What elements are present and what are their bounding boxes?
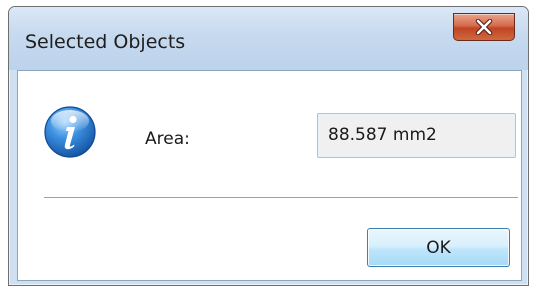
- title-bar[interactable]: Selected Objects: [9, 7, 528, 70]
- ok-button[interactable]: OK: [367, 228, 510, 267]
- divider: [44, 197, 518, 199]
- dialog-content: Area: 88.587 mm2 OK: [17, 70, 522, 281]
- area-value-field[interactable]: 88.587 mm2: [317, 113, 516, 158]
- window-title: Selected Objects: [25, 31, 186, 53]
- close-icon: [475, 19, 493, 35]
- info-icon: [43, 105, 97, 159]
- area-label: Area:: [145, 129, 190, 149]
- close-button[interactable]: [453, 13, 515, 41]
- dialog-window: Selected Objects Area: 88.587 mm2 OK: [8, 6, 529, 286]
